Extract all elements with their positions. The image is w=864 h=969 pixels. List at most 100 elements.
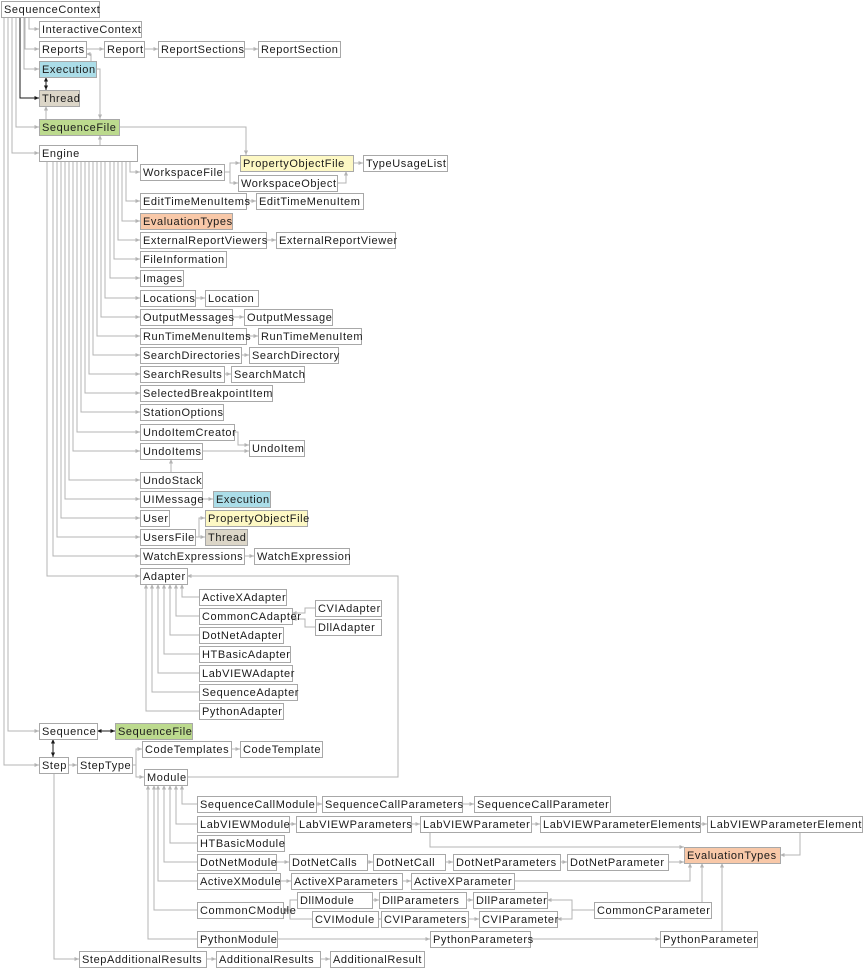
node-python-parameters[interactable]: PythonParameters bbox=[430, 931, 534, 948]
node-lab-view-adapter[interactable]: LabVIEWAdapter bbox=[199, 665, 295, 682]
node-user[interactable]: User bbox=[140, 510, 170, 527]
node-sequence-file[interactable]: SequenceFile bbox=[39, 119, 120, 136]
node-sequence-adapter[interactable]: SequenceAdapter bbox=[199, 684, 300, 701]
node-sequence-call-module[interactable]: SequenceCallModule bbox=[197, 796, 317, 813]
node-thread[interactable]: Thread bbox=[205, 529, 248, 546]
node-undo-item-creator[interactable]: UndoItemCreator bbox=[140, 424, 237, 441]
node-property-object-file[interactable]: PropertyObjectFile bbox=[205, 510, 310, 527]
node-run-time-menu-item[interactable]: RunTimeMenuItem bbox=[258, 328, 364, 345]
connector-step-type-to-code-templates bbox=[132, 746, 142, 766]
node-search-match[interactable]: SearchMatch bbox=[231, 366, 306, 383]
node-watch-expression[interactable]: WatchExpression bbox=[254, 548, 352, 565]
node-adapter[interactable]: Adapter bbox=[140, 568, 188, 585]
node-dot-net-calls[interactable]: DotNetCalls bbox=[289, 854, 368, 871]
node-additional-result[interactable]: AdditionalResult bbox=[330, 951, 425, 968]
node-label: Adapter bbox=[143, 571, 186, 583]
node-dot-net-parameters[interactable]: DotNetParameters bbox=[453, 854, 561, 871]
node-lab-view-parameters[interactable]: LabVIEWParameters bbox=[296, 816, 413, 833]
node-step[interactable]: Step bbox=[39, 757, 69, 774]
node-active-x-parameter[interactable]: ActiveXParameter bbox=[411, 873, 515, 890]
node-report-section[interactable]: ReportSection bbox=[258, 41, 341, 58]
node-watch-expressions[interactable]: WatchExpressions bbox=[140, 548, 245, 565]
node-type-usage-list[interactable]: TypeUsageList bbox=[363, 155, 448, 172]
node-lab-view-parameter-element[interactable]: LabVIEWParameterElement bbox=[707, 816, 863, 833]
node-search-directories[interactable]: SearchDirectories bbox=[140, 347, 242, 364]
node-external-report-viewer[interactable]: ExternalReportViewer bbox=[276, 232, 398, 249]
node-cvi-parameters[interactable]: CVIParameters bbox=[381, 911, 469, 928]
node-dot-net-parameter[interactable]: DotNetParameter bbox=[567, 854, 669, 871]
node-dot-net-call[interactable]: DotNetCall bbox=[373, 854, 446, 871]
node-module[interactable]: Module bbox=[144, 769, 188, 786]
node-output-message[interactable]: OutputMessage bbox=[244, 309, 333, 326]
node-label: EditTimeMenuItems bbox=[143, 196, 251, 208]
node-dll-module[interactable]: DllModule bbox=[297, 892, 373, 909]
node-users-file[interactable]: UsersFile bbox=[140, 529, 196, 546]
node-evaluation-types[interactable]: EvaluationTypes bbox=[140, 213, 233, 230]
node-images[interactable]: Images bbox=[140, 270, 184, 287]
node-additional-results[interactable]: AdditionalResults bbox=[216, 951, 321, 968]
node-file-information[interactable]: FileInformation bbox=[140, 251, 227, 268]
node-active-x-adapter[interactable]: ActiveXAdapter bbox=[199, 589, 287, 606]
node-workspace-file[interactable]: WorkspaceFile bbox=[140, 164, 225, 181]
node-engine[interactable]: Engine bbox=[39, 145, 138, 162]
node-active-x-parameters[interactable]: ActiveXParameters bbox=[291, 873, 403, 890]
node-report[interactable]: Report bbox=[104, 41, 145, 58]
node-execution[interactable]: Execution bbox=[213, 491, 271, 508]
node-lab-view-parameter[interactable]: LabVIEWParameter bbox=[420, 816, 532, 833]
node-lab-view-module[interactable]: LabVIEWModule bbox=[197, 816, 291, 833]
node-thread[interactable]: Thread bbox=[39, 90, 81, 107]
node-sequence-file[interactable]: SequenceFile bbox=[115, 723, 193, 740]
node-cvi-adapter[interactable]: CVIAdapter bbox=[315, 600, 382, 617]
node-output-messages[interactable]: OutputMessages bbox=[140, 309, 235, 326]
node-cvi-parameter[interactable]: CVIParameter bbox=[479, 911, 559, 928]
node-sequence-call-parameters[interactable]: SequenceCallParameters bbox=[322, 796, 464, 813]
node-dll-adapter[interactable]: DllAdapter bbox=[315, 619, 382, 636]
node-common-c-module[interactable]: CommonCModule bbox=[197, 902, 297, 919]
node-python-parameter[interactable]: PythonParameter bbox=[660, 931, 758, 948]
node-step-additional-results[interactable]: StepAdditionalResults bbox=[79, 951, 207, 968]
node-edit-time-menu-item[interactable]: EditTimeMenuItem bbox=[256, 193, 364, 210]
node-ui-message[interactable]: UIMessage bbox=[140, 491, 205, 508]
node-sequence-context[interactable]: SequenceContext bbox=[1, 1, 101, 18]
node-dll-parameters[interactable]: DllParameters bbox=[379, 892, 467, 909]
node-sequence-call-parameter[interactable]: SequenceCallParameter bbox=[474, 796, 611, 813]
node-code-template[interactable]: CodeTemplate bbox=[240, 741, 323, 758]
node-ht-basic-module[interactable]: HTBasicModule bbox=[197, 835, 286, 852]
node-external-report-viewers[interactable]: ExternalReportViewers bbox=[140, 232, 268, 249]
node-label: CVIParameter bbox=[482, 914, 559, 926]
node-report-sections[interactable]: ReportSections bbox=[158, 41, 245, 58]
node-undo-stack[interactable]: UndoStack bbox=[140, 472, 203, 489]
node-dot-net-module[interactable]: DotNetModule bbox=[197, 854, 278, 871]
node-interactive-context[interactable]: InteractiveContext bbox=[39, 21, 142, 38]
node-lab-view-parameter-elements[interactable]: LabVIEWParameterElements bbox=[540, 816, 702, 833]
node-search-directory[interactable]: SearchDirectory bbox=[249, 347, 340, 364]
node-locations[interactable]: Locations bbox=[140, 290, 196, 307]
node-cvi-module[interactable]: CVIModule bbox=[312, 911, 379, 928]
node-search-results[interactable]: SearchResults bbox=[140, 366, 225, 383]
node-undo-items[interactable]: UndoItems bbox=[140, 443, 203, 460]
node-dot-net-adapter[interactable]: DotNetAdapter bbox=[199, 627, 284, 644]
node-selected-breakpoint-item[interactable]: SelectedBreakpointItem bbox=[140, 385, 274, 402]
node-edit-time-menu-items[interactable]: EditTimeMenuItems bbox=[140, 193, 251, 210]
node-ht-basic-adapter[interactable]: HTBasicAdapter bbox=[199, 646, 291, 663]
node-undo-item[interactable]: UndoItem bbox=[249, 440, 305, 457]
node-active-x-module[interactable]: ActiveXModule bbox=[197, 873, 282, 890]
node-code-templates[interactable]: CodeTemplates bbox=[142, 741, 232, 758]
node-reports[interactable]: Reports bbox=[39, 41, 87, 58]
node-python-adapter[interactable]: PythonAdapter bbox=[199, 703, 284, 720]
node-python-module[interactable]: PythonModule bbox=[197, 931, 278, 948]
node-label: DotNetParameters bbox=[456, 857, 557, 869]
node-sequence[interactable]: Sequence bbox=[39, 723, 98, 740]
node-common-c-adapter[interactable]: CommonCAdapter bbox=[199, 608, 302, 625]
node-execution[interactable]: Execution bbox=[39, 61, 97, 78]
node-location[interactable]: Location bbox=[205, 290, 259, 307]
node-step-type[interactable]: StepType bbox=[77, 757, 133, 774]
node-common-c-parameter[interactable]: CommonCParameter bbox=[594, 902, 712, 919]
node-label: ExternalReportViewer bbox=[279, 235, 398, 247]
node-dll-parameter[interactable]: DllParameter bbox=[473, 892, 548, 909]
node-evaluation-types[interactable]: EvaluationTypes bbox=[684, 847, 781, 864]
node-property-object-file[interactable]: PropertyObjectFile bbox=[240, 155, 354, 172]
node-run-time-menu-items[interactable]: RunTimeMenuItems bbox=[140, 328, 252, 345]
node-station-options[interactable]: StationOptions bbox=[140, 404, 224, 421]
node-workspace-object[interactable]: WorkspaceObject bbox=[238, 175, 338, 192]
